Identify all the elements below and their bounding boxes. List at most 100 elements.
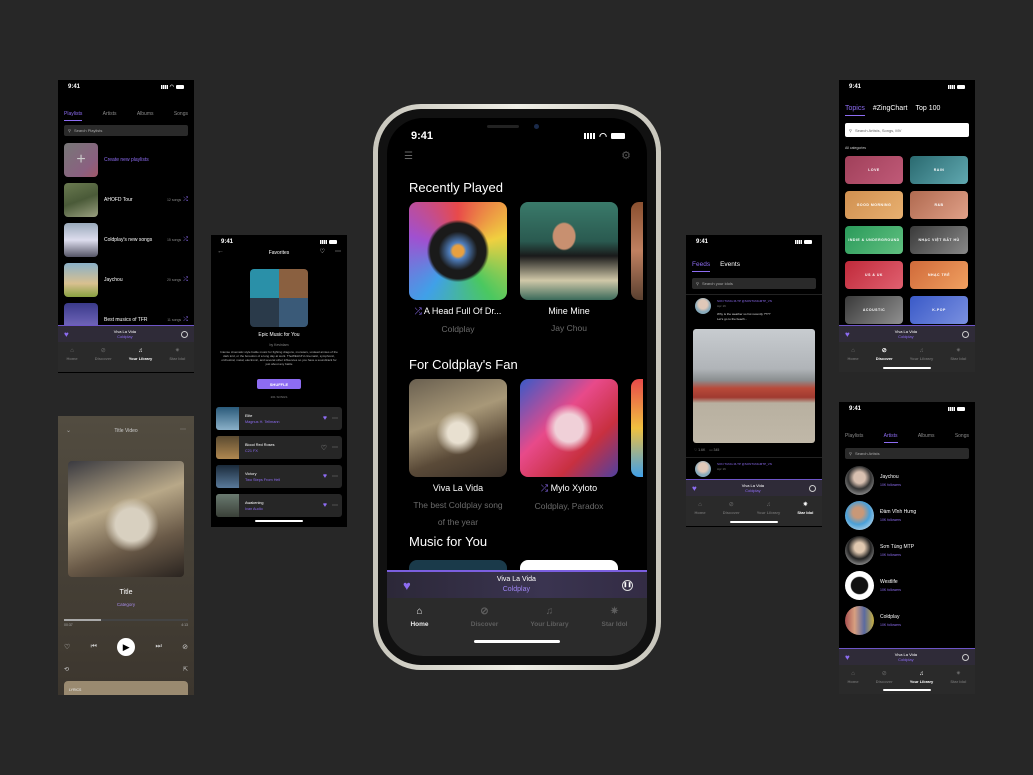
nav-star-idol[interactable]: ✷ Star Idol (169, 347, 185, 363)
nav-star-idol[interactable]: ✷ Star Idol (950, 670, 966, 686)
mini-player[interactable]: ♥ Viva La Vida Coldplay (839, 325, 975, 342)
post-author[interactable]: SON TUNG M-TP @SONTUNGMTP_VN (717, 299, 772, 303)
search-artists-input[interactable]: ⚲ Search Artists, Songs, MV (845, 123, 969, 137)
post-author[interactable]: SON TUNG M-TP @SONTUNGMTP_VN (717, 462, 772, 466)
shuffle-button[interactable]: SHUFFLE (257, 379, 301, 389)
artist-item[interactable]: Sơn Tùng MTP 10K followers (845, 534, 969, 566)
heart-icon[interactable]: ♥ (64, 330, 69, 339)
nav-your-library[interactable]: ♫ Your Library (520, 606, 580, 628)
nav-home[interactable]: ⌂ Home (695, 501, 706, 517)
pause-icon[interactable] (961, 653, 969, 661)
pause-icon[interactable] (808, 484, 816, 492)
previous-icon[interactable]: ⏮ (91, 643, 97, 651)
category-tile[interactable]: RAIN (910, 156, 968, 184)
search-artists-input[interactable]: ⚲ Search Artists (845, 448, 969, 459)
nav-home[interactable]: ⌂ Home (390, 606, 450, 628)
tab-events[interactable]: Events (720, 261, 740, 272)
playlist-item[interactable]: AHOFD Tour 12 songs ⤮ (64, 182, 188, 218)
share-icon[interactable]: ⇱ (183, 666, 188, 673)
category-tile[interactable]: LOVE (845, 156, 903, 184)
heart-outline-icon[interactable]: ♡ (321, 444, 327, 452)
artist-item[interactable]: Westlife 10K followers (845, 569, 969, 601)
song-item[interactable]: Victory Two Steps From Hell ♥ ⋯ (216, 465, 342, 488)
nav-your-library[interactable]: ♫ Your Library (910, 347, 934, 363)
heart-icon[interactable]: ♥ (845, 653, 850, 662)
song-item[interactable]: Blood Red Roses C21 FX ♡ ⋯ (216, 436, 342, 459)
artist-item[interactable]: Đàm Vĩnh Hưng 10K followers (845, 499, 969, 531)
pause-icon[interactable]: ❚❚ (622, 579, 633, 591)
nav-home[interactable]: ⌂ Home (67, 347, 78, 363)
shuffle-icon[interactable]: ⤮ (183, 197, 188, 204)
progress-bar[interactable] (64, 619, 188, 621)
heart-filled-icon[interactable]: ♥ (323, 415, 327, 422)
tab-playlists[interactable]: Playlists (64, 111, 83, 121)
heart-icon[interactable]: ♥ (403, 578, 411, 593)
nav-home[interactable]: ⌂ Home (848, 347, 859, 363)
avatar[interactable] (695, 298, 711, 314)
nav-star-idol[interactable]: ✷ Star Idol (585, 606, 645, 628)
mini-player[interactable]: ♥ Viva La Vida Coldplay ❚❚ (387, 570, 647, 598)
more-icon[interactable]: ⋯ (332, 444, 338, 451)
tab-top-100[interactable]: Top 100 (915, 105, 940, 116)
category-tile[interactable]: US & UK (845, 261, 903, 289)
nav-discover[interactable]: ⊘ Discover (95, 347, 112, 363)
category-tile[interactable]: NHẠC TRẺ (910, 261, 968, 289)
category-tile[interactable]: R&B (910, 191, 968, 219)
post-image[interactable] (693, 329, 815, 443)
tab-playlists[interactable]: Playlists (845, 433, 863, 443)
tab-songs[interactable]: Songs (174, 111, 188, 121)
more-icon[interactable]: ⋯ (332, 473, 338, 480)
tab-albums[interactable]: Albums (918, 433, 935, 443)
mini-player[interactable]: ♥ Viva La Vida Coldplay (58, 325, 194, 342)
tab-feeds[interactable]: Feeds (692, 261, 711, 272)
song-item[interactable]: Elite Magnus H. Tellmann ♥ ⋯ (216, 407, 342, 430)
playlist-item[interactable]: Coldplay's new songs 15 songs ⤮ (64, 222, 188, 258)
nav-star-idol[interactable]: ✷ Star Idol (797, 501, 813, 517)
nav-home[interactable]: ⌂ Home (848, 670, 859, 686)
category-tile[interactable]: NHẠC VIỆT BẤT HỦ (910, 226, 968, 254)
lyrics-panel[interactable]: LYRICS (64, 681, 188, 695)
shuffle-icon[interactable]: ⤮ (183, 237, 188, 244)
album-card[interactable]: ⤮ A Head Full Of Dr... Coldplay (409, 202, 507, 338)
shuffle-icon[interactable]: ⤮ (183, 277, 188, 284)
heart-filled-icon[interactable]: ♥ (323, 473, 327, 480)
tab-albums[interactable]: Albums (137, 111, 154, 121)
category-tile[interactable]: K-POP (910, 296, 968, 324)
album-card-partial[interactable] (631, 202, 643, 300)
nav-discover[interactable]: ⊘ Discover (455, 606, 515, 628)
category-tile[interactable]: GOOD MORNING (845, 191, 903, 219)
mini-player[interactable]: ♥ Viva La Vida Coldplay (839, 648, 975, 665)
like-icon[interactable]: ♡ (64, 643, 70, 651)
next-icon[interactable]: ⏭ (155, 643, 161, 651)
block-icon[interactable]: ⊘ (182, 643, 188, 651)
more-icon[interactable]: ⋯ (332, 415, 338, 422)
tab-topics[interactable]: Topics (845, 105, 865, 116)
nav-discover[interactable]: ⊘ Discover (876, 347, 893, 363)
artist-item[interactable]: Jaychou 10K followers (845, 464, 969, 496)
heart-icon[interactable]: ♥ (692, 484, 697, 493)
album-card[interactable]: Viva La Vida The best Coldplay song of t… (409, 379, 507, 531)
nav-discover[interactable]: ⊘ Discover (723, 501, 740, 517)
nav-discover[interactable]: ⊘ Discover (876, 670, 893, 686)
heart-outline-icon[interactable]: ♡ (320, 248, 325, 255)
pause-icon[interactable] (180, 330, 188, 338)
repeat-icon[interactable]: ⟲ (64, 666, 69, 673)
more-icon[interactable]: ⋯ (335, 248, 341, 255)
play-button[interactable]: ▶ (117, 638, 136, 656)
heart-filled-icon[interactable]: ♥ (323, 502, 327, 509)
more-icon[interactable]: ⋯ (180, 426, 186, 433)
album-card[interactable]: Mine Mine Jay Chou (520, 202, 618, 337)
nav-your-library[interactable]: ♫ Your Library (757, 501, 781, 517)
nav-star-idol[interactable]: ✷ Star Idol (950, 347, 966, 363)
search-idols-input[interactable]: ⚲ Search your idols (692, 278, 816, 289)
mini-player[interactable]: ♥ Viva La Vida Coldplay (686, 479, 822, 496)
tab-artists[interactable]: Artists (883, 433, 898, 443)
tab-songs[interactable]: Songs (955, 433, 969, 443)
filter-icon[interactable]: ☰ (404, 151, 413, 162)
album-card-partial[interactable] (631, 379, 643, 477)
pause-icon[interactable] (961, 330, 969, 338)
album-card[interactable]: ⤮ Mylo Xyloto Coldplay, Paradox (520, 379, 618, 515)
heart-icon[interactable]: ♥ (845, 330, 850, 339)
tab-zingchart[interactable]: #ZingChart (873, 105, 908, 116)
playlist-item[interactable]: Jaychou 20 songs ⤮ (64, 262, 188, 298)
